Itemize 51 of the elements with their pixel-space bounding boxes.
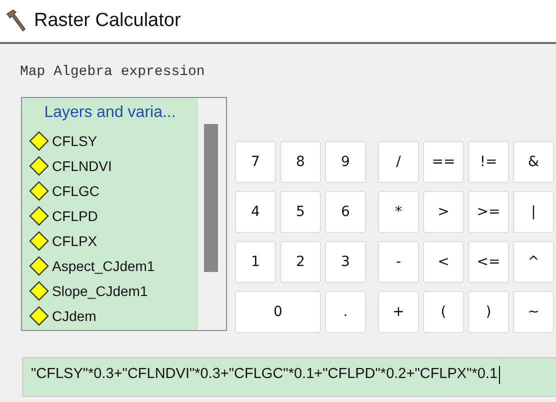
layer-item[interactable]: Slope_CJdem1 <box>52 282 148 298</box>
layer-item[interactable]: CFLPD <box>52 208 98 224</box>
operator-key[interactable]: | <box>513 191 554 233</box>
operator-key[interactable]: <= <box>468 241 509 283</box>
digit-key[interactable]: 2 <box>280 241 321 283</box>
operator-key[interactable]: ~ <box>513 291 554 333</box>
scrollbar-thumb[interactable] <box>204 124 218 272</box>
diamond-icon <box>29 230 49 250</box>
operator-key[interactable]: / <box>378 141 419 183</box>
window-title: Raster Calculator <box>34 10 181 32</box>
layer-item[interactable]: CJdem <box>52 308 96 324</box>
digit-key[interactable]: 1 <box>235 241 276 283</box>
operator-key[interactable]: * <box>378 191 419 233</box>
digit-key[interactable]: 5 <box>280 191 321 233</box>
hammer-icon <box>4 9 28 33</box>
digit-key[interactable]: 9 <box>325 141 366 183</box>
diamond-icon <box>29 306 49 326</box>
operator-key[interactable]: >= <box>468 191 509 233</box>
layer-item[interactable]: CFLNDVI <box>52 158 112 174</box>
operator-key[interactable]: ) <box>468 291 509 333</box>
operator-key[interactable]: > <box>423 191 464 233</box>
layer-item[interactable]: CFLSY <box>52 132 98 148</box>
expression-field[interactable]: "CFLSY"*0.3+"CFLNDVI"*0.3+"CFLGC"*0.1+"CFLPD"*0.2+"CFLPX"*0.1 <box>22 357 556 397</box>
operator-key[interactable]: == <box>423 141 464 183</box>
layer-item[interactable]: CFLGC <box>52 182 100 198</box>
digit-key[interactable]: . <box>325 291 366 333</box>
scrollbar[interactable] <box>198 98 226 330</box>
operator-key[interactable]: & <box>513 141 554 183</box>
digit-key[interactable]: 8 <box>280 141 321 183</box>
operator-key[interactable]: - <box>378 241 419 283</box>
operator-key[interactable]: ( <box>423 291 464 333</box>
digit-key[interactable]: 0 <box>235 291 321 333</box>
list-header: Layers and varia... <box>43 103 177 123</box>
diamond-icon <box>29 130 49 150</box>
diamond-icon <box>29 256 49 276</box>
digit-key[interactable]: 7 <box>235 141 276 183</box>
expression-label: Map Algebra expression <box>20 64 206 82</box>
diamond-icon <box>29 280 49 300</box>
digit-key[interactable]: 3 <box>325 241 366 283</box>
operator-key[interactable]: + <box>378 291 419 333</box>
operator-key[interactable]: ^ <box>513 241 554 283</box>
layer-item[interactable]: CFLPX <box>52 232 98 248</box>
operator-key[interactable]: < <box>423 241 464 283</box>
digit-key[interactable]: 6 <box>325 191 366 233</box>
diamond-icon <box>29 156 49 176</box>
layers-list[interactable]: Layers and varia... CFLSY CFLNDVI CFLGC CFLPD CFLPX Aspect_CJdem1 Slope_CJdem1 CJdem <box>21 97 227 331</box>
diamond-icon <box>29 206 49 226</box>
diamond-icon <box>29 180 49 200</box>
digit-key[interactable]: 4 <box>235 191 276 233</box>
layer-item[interactable]: Aspect_CJdem1 <box>52 258 155 274</box>
operator-key[interactable]: != <box>468 141 509 183</box>
